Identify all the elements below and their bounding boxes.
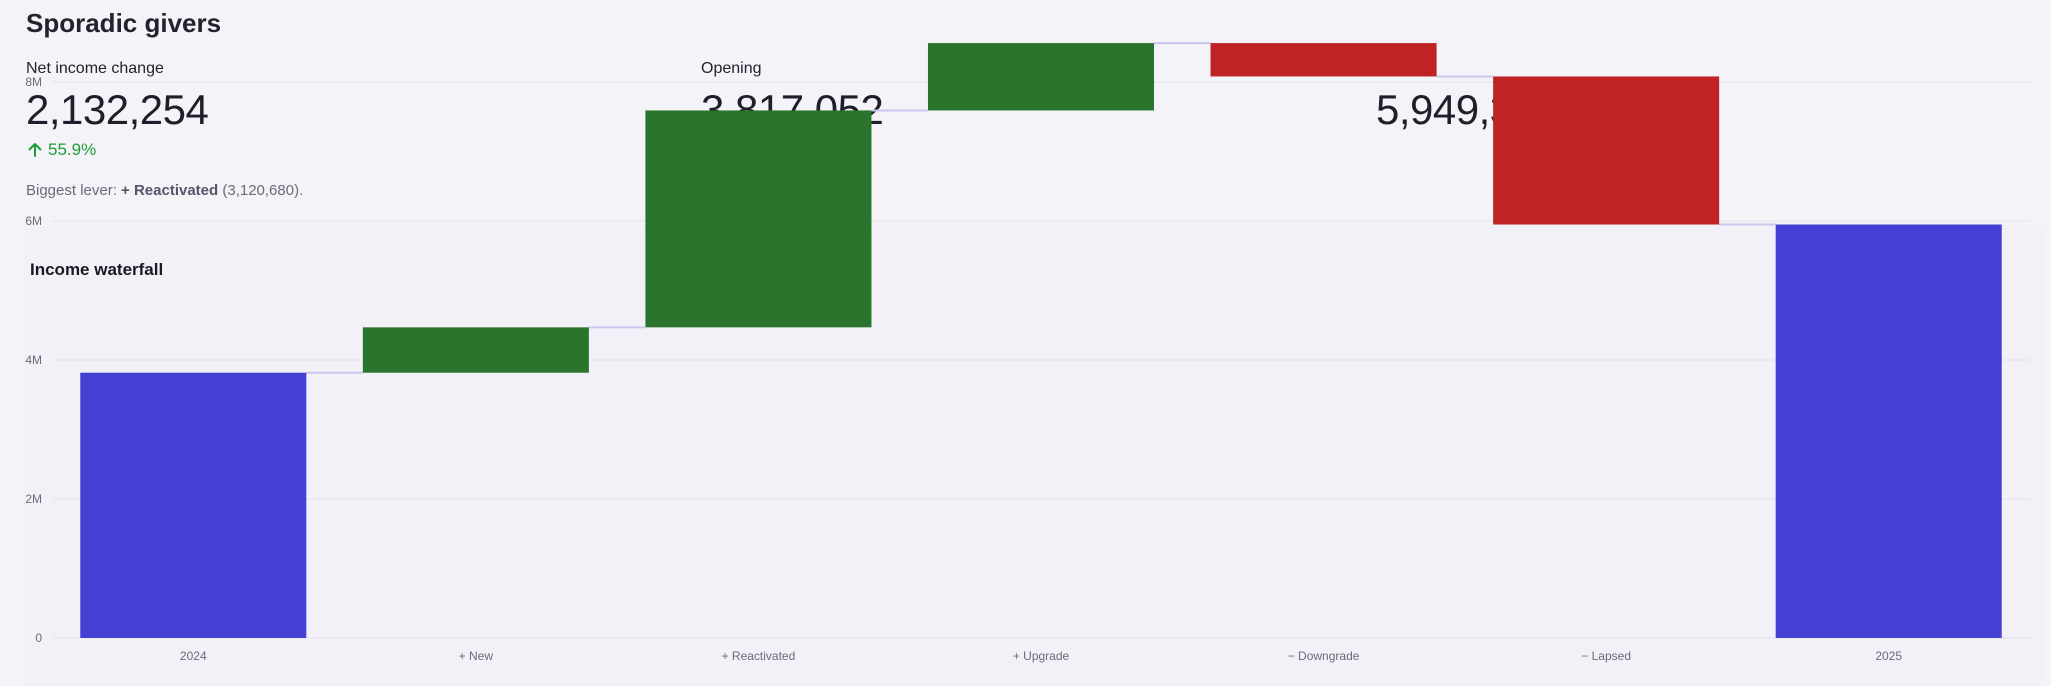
bar-increase[interactable]: [927, 43, 1155, 111]
y-tick-label: 8M: [25, 75, 42, 89]
x-tick-label: 2024: [180, 649, 207, 663]
x-tick-label: − Lapsed: [1581, 649, 1631, 663]
bar-total[interactable]: [1775, 224, 2002, 638]
x-tick-label: + Upgrade: [1013, 649, 1070, 663]
bar-decrease[interactable]: [1210, 43, 1437, 77]
y-tick-label: 0: [35, 631, 42, 645]
bar-decrease[interactable]: [1493, 76, 1720, 225]
waterfall-chart: 0 2M 4M 6M 8M 2024 + New + Reactivated + Upgrade…: [25, 42, 2030, 663]
y-tick-label: 6M: [25, 214, 42, 228]
x-tick-label: 2025: [1875, 649, 1902, 663]
y-tick-label: 4M: [25, 353, 42, 367]
y-tick-label: 2M: [25, 492, 42, 506]
bar-increase[interactable]: [645, 110, 872, 328]
x-tick-label: + New: [459, 649, 494, 663]
bar-total[interactable]: [80, 372, 307, 638]
bar-increase[interactable]: [362, 327, 589, 373]
x-tick-label: − Downgrade: [1288, 649, 1360, 663]
x-tick-label: + Reactivated: [722, 649, 796, 663]
